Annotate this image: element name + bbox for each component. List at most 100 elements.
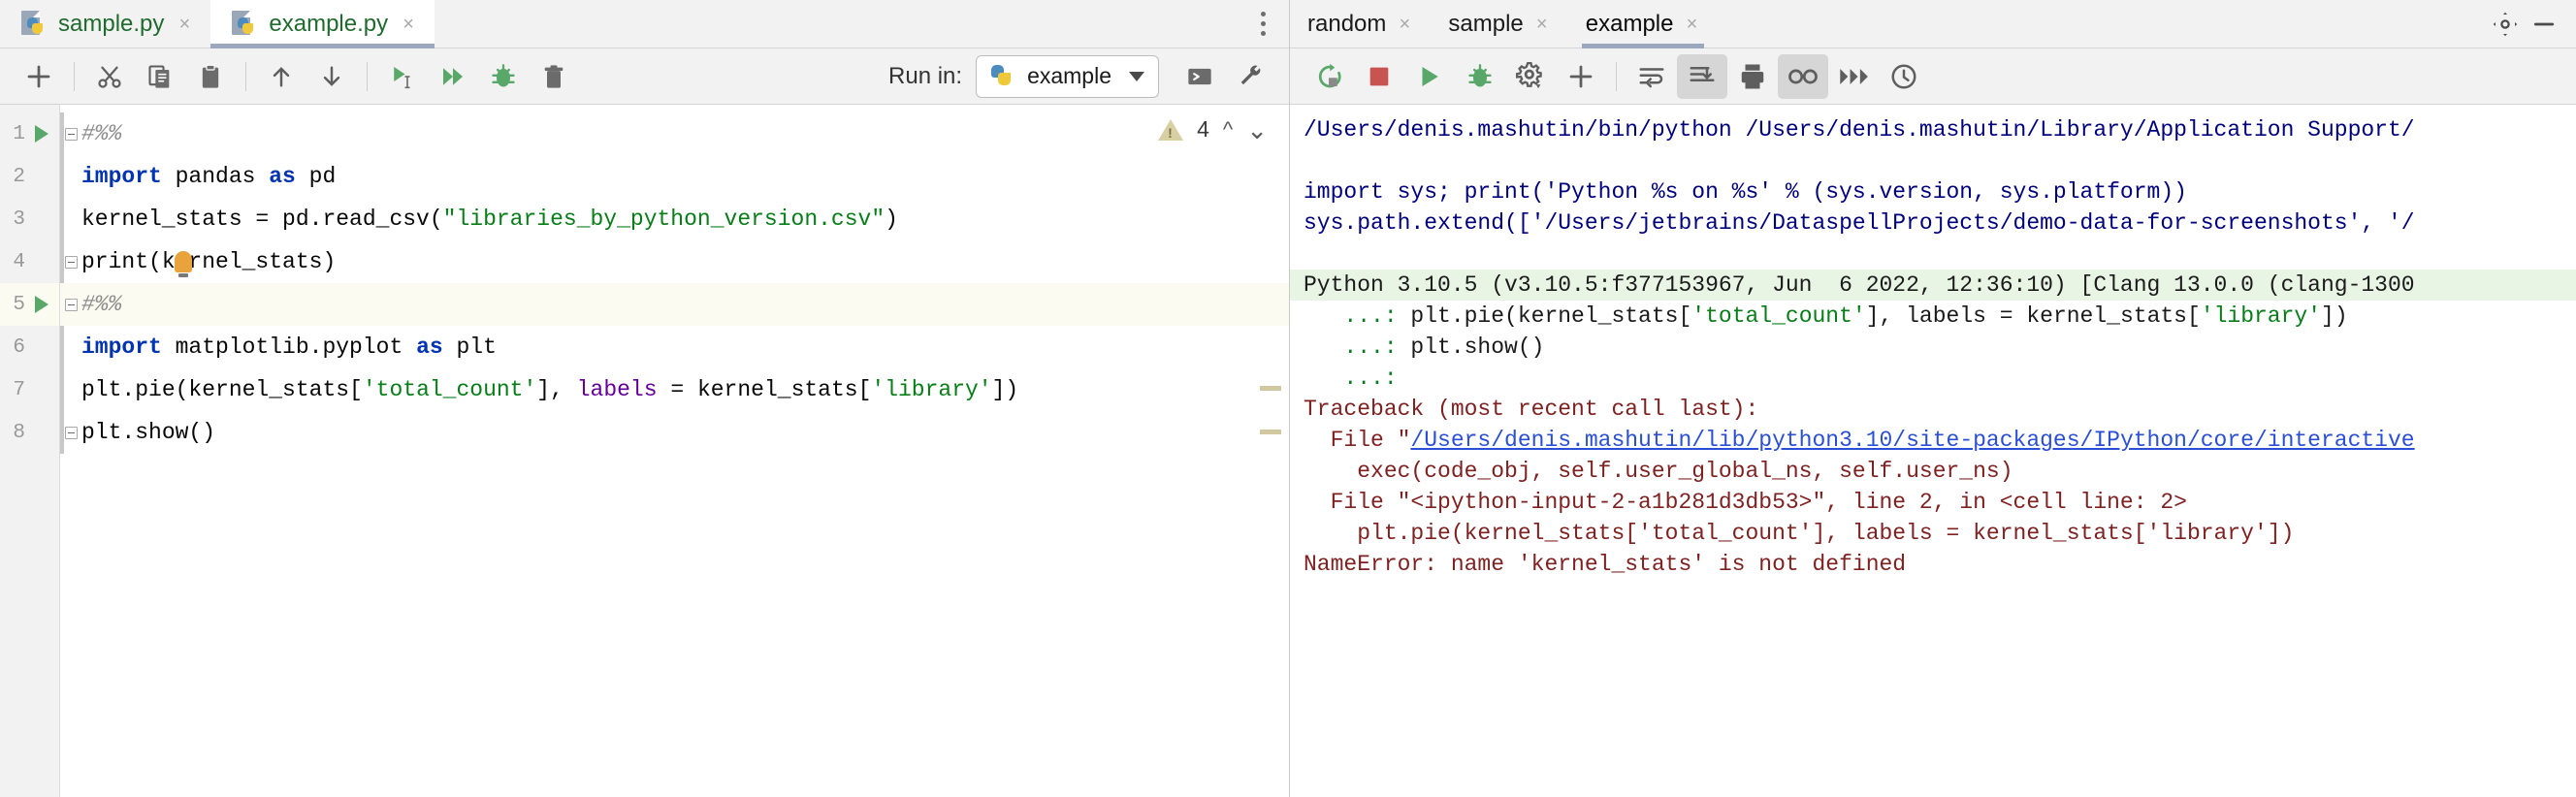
code-row[interactable]: print(kernel_stats) [60, 240, 1289, 283]
soft-wrap-button[interactable] [1626, 54, 1677, 99]
console-output[interactable]: /Users/denis.mashutin/bin/python /Users/… [1290, 105, 2576, 797]
fast-forward-button[interactable] [1828, 54, 1879, 99]
fold-toggle-icon[interactable] [60, 256, 81, 269]
chevron-down-icon[interactable] [1129, 72, 1144, 81]
code-editor-area[interactable]: 1 2 3 4 5 [0, 105, 1289, 797]
line-number: 2 [0, 166, 29, 188]
code-fragment: ]) [2321, 303, 2348, 329]
warning-triangle-icon [1158, 119, 1183, 141]
run-cell-gutter-icon[interactable] [29, 296, 54, 313]
code-row[interactable]: #%% [60, 112, 1289, 155]
console-tab-random[interactable]: random × [1290, 0, 1431, 48]
console-tab-sample[interactable]: sample × [1431, 0, 1567, 48]
rerun-button[interactable] [1304, 54, 1354, 99]
cut-button[interactable] [84, 54, 135, 99]
console-tab-example[interactable]: example × [1568, 0, 1719, 48]
console-line-command: sys.path.extend(['/Users/jetbrains/Datas… [1290, 207, 2576, 239]
inspection-widget[interactable]: 4 ^ ⌄ [1158, 116, 1268, 143]
run-in-label: Run in: [888, 63, 962, 90]
code-text: #%% [81, 121, 121, 146]
delete-cell-button[interactable] [529, 54, 579, 99]
code-text: print(kernel_stats) [81, 249, 336, 274]
console-line-command: import sys; print('Python %s on %s' % (s… [1290, 176, 2576, 207]
dataspell-window: sample.py × example.py × [0, 0, 2576, 797]
console-line-traceback-file: File "/Users/denis.mashutin/lib/python3.… [1290, 425, 2576, 456]
editor-settings-wrench-button[interactable] [1225, 54, 1275, 99]
python-file-icon [21, 11, 47, 38]
print-button[interactable] [1727, 54, 1778, 99]
move-cell-down-button[interactable] [306, 54, 357, 99]
editor-tab-label: example.py [269, 11, 388, 38]
chevron-down-icon[interactable]: ⌄ [1246, 117, 1268, 143]
token-plain: matplotlib.pyplot [162, 335, 416, 360]
fold-toggle-icon[interactable] [60, 427, 81, 439]
console-line-python-version: Python 3.10.5 (v3.10.5:f377153967, Jun 6… [1290, 270, 2576, 301]
paste-button[interactable] [185, 54, 236, 99]
console-toolbar [1290, 48, 2576, 105]
run-cell-gutter-icon[interactable] [29, 125, 54, 143]
execute-button[interactable] [1404, 54, 1455, 99]
add-cell-button[interactable] [14, 54, 64, 99]
toolbar-separator [367, 62, 368, 91]
code-row[interactable]: plt.pie(kernel_stats['total_count'], lab… [60, 368, 1289, 411]
run-cell-button[interactable] [377, 54, 428, 99]
run-target-select[interactable]: example [976, 55, 1159, 98]
line-number: 1 [0, 123, 29, 145]
dropdown-caret [1536, 84, 1541, 88]
history-clock-button[interactable] [1879, 54, 1929, 99]
line-number: 8 [0, 422, 29, 444]
fold-toggle-icon[interactable] [60, 299, 81, 311]
debug-cell-button[interactable] [478, 54, 529, 99]
console-line-traceback-code: exec(code_obj, self.user_global_ns, self… [1290, 456, 2576, 487]
close-icon[interactable]: × [1396, 15, 1413, 34]
token-named-arg: labels [577, 377, 658, 402]
console-settings-button[interactable] [1505, 54, 1556, 99]
token-plain: pd [296, 164, 336, 189]
intention-bulb-icon[interactable] [175, 251, 192, 272]
traceback-file-link[interactable]: /Users/denis.mashutin/lib/python3.10/sit… [1410, 428, 2414, 453]
code-text: plt.pie(kernel_stats['total_count'], lab… [81, 377, 1018, 402]
open-console-button[interactable] [1175, 54, 1225, 99]
move-cell-up-button[interactable] [256, 54, 306, 99]
minimize-icon[interactable] [2529, 10, 2559, 39]
token-plain: = kernel_stats[ [658, 377, 872, 402]
editor-tab-example[interactable]: example.py × [210, 0, 435, 48]
code-row[interactable]: import pandas as pd [60, 155, 1289, 198]
more-options-kebab-icon[interactable] [1237, 0, 1289, 48]
gutter-row: 2 [0, 155, 59, 198]
console-line-error-message: NameError: name 'kernel_stats' is not de… [1290, 549, 2576, 580]
editor-tab-sample[interactable]: sample.py × [0, 0, 210, 48]
console-tab-label: random [1307, 11, 1386, 38]
code-row[interactable]: kernel_stats = pd.read_csv("libraries_by… [60, 198, 1289, 240]
console-tab-strip: random × sample × example × [1290, 0, 2576, 48]
close-icon[interactable]: × [400, 15, 417, 34]
stop-button[interactable] [1354, 54, 1404, 99]
run-all-button[interactable] [428, 54, 478, 99]
python-file-icon [232, 11, 257, 38]
gear-icon[interactable] [2491, 10, 2520, 39]
code-string: 'total_count' [1691, 303, 1865, 329]
editor-gutter[interactable]: 1 2 3 4 5 [0, 105, 60, 797]
token-plain: plt.pie(kernel_stats[ [81, 377, 363, 402]
code-string: 'library' [2201, 303, 2321, 329]
console-line-traceback-header: Traceback (most recent call last): [1290, 394, 2576, 425]
copy-button[interactable] [135, 54, 185, 99]
code-row[interactable]: import matplotlib.pyplot as plt [60, 326, 1289, 368]
debug-button[interactable] [1455, 54, 1505, 99]
gutter-row: 7 [0, 368, 59, 411]
code-row[interactable]: #%% [60, 283, 1289, 326]
close-icon[interactable]: × [1533, 15, 1551, 34]
close-icon[interactable]: × [1683, 15, 1700, 34]
glasses-icon-button[interactable] [1778, 54, 1828, 99]
editor-scrollbar[interactable] [1270, 105, 1289, 797]
chevron-up-icon[interactable]: ^ [1223, 119, 1233, 141]
code-row[interactable]: plt.show() [60, 411, 1289, 454]
token-plain: ], [536, 377, 576, 402]
code-lines[interactable]: #%% import pandas as pd kernel_stats = p… [60, 105, 1289, 797]
close-icon[interactable]: × [176, 15, 193, 34]
console-tab-label: example [1586, 11, 1674, 38]
new-console-button[interactable] [1556, 54, 1606, 99]
warning-count: 4 [1197, 116, 1209, 143]
scroll-to-end-button[interactable] [1677, 54, 1727, 99]
fold-toggle-icon[interactable] [60, 128, 81, 141]
